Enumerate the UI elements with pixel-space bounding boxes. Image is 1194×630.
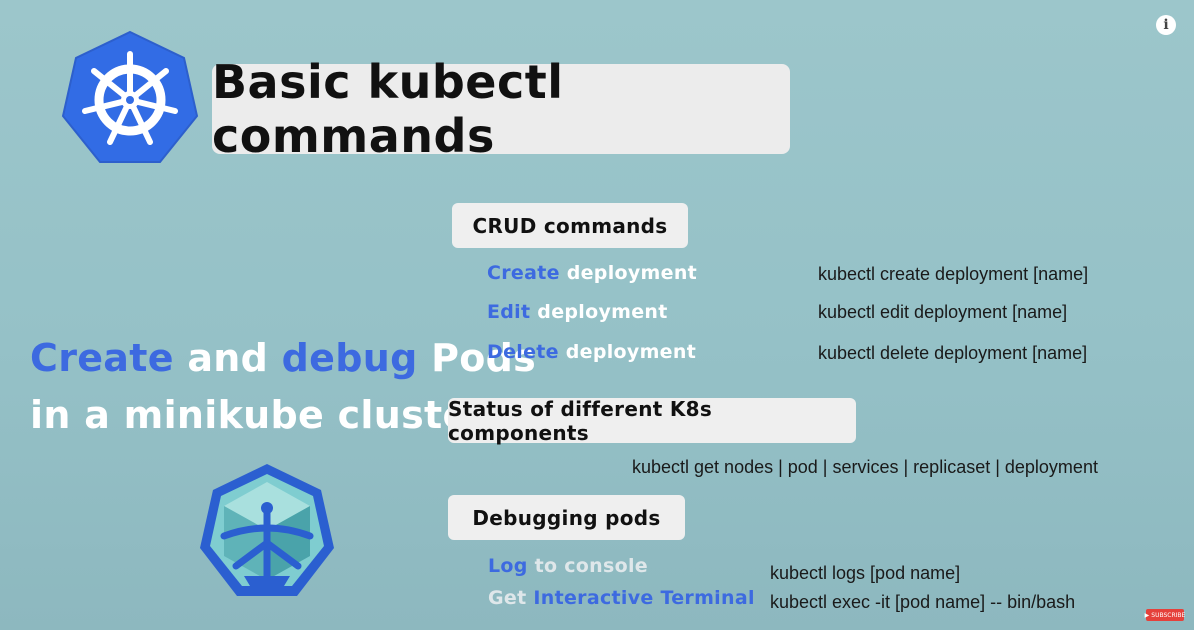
debug-object: Interactive Terminal — [533, 587, 755, 609]
crud-verb: Delete — [487, 341, 559, 363]
crud-commands-label: CRUD commands — [452, 203, 688, 248]
subscribe-label: SUBSCRIBE — [1151, 611, 1186, 619]
info-icon[interactable]: i — [1156, 15, 1176, 35]
debug-command-exec: kubectl exec -it [pod name] -- bin/bash — [770, 592, 1076, 612]
kubernetes-logo-icon — [61, 30, 199, 163]
crud-command-delete: kubectl delete deployment [name] — [818, 343, 1088, 363]
crud-row-create: Create deployment — [487, 262, 697, 284]
side-word-create: Create — [30, 336, 174, 380]
status-command: kubectl get nodes | pod | services | rep… — [632, 457, 1098, 477]
crud-object: deployment — [565, 341, 697, 363]
debug-object: to console — [534, 555, 648, 577]
youtube-play-icon: ▶ — [1144, 611, 1150, 619]
debug-verb: Log — [488, 555, 528, 577]
title-box: Basic kubectl commands — [212, 55, 790, 163]
crud-object: deployment — [566, 262, 698, 284]
side-word-debug: debug — [281, 336, 418, 380]
crud-row-edit: Edit deployment — [487, 301, 668, 323]
crud-object: deployment — [537, 301, 668, 323]
debug-row-log: Log to console — [488, 555, 648, 577]
subscribe-button[interactable]: ▶ SUBSCRIBE — [1144, 609, 1186, 621]
debug-row-terminal: Get Interactive Terminal — [488, 587, 755, 609]
debugging-pods-label: Debugging pods — [448, 495, 685, 540]
side-heading-line-2: in a minikube cluster — [30, 393, 488, 437]
minikube-logo-icon — [200, 464, 334, 596]
crud-command-edit: kubectl edit deployment [name] — [818, 302, 1068, 322]
status-components-label: Status of different K8s components — [448, 397, 856, 445]
crud-verb: Edit — [487, 301, 531, 323]
debug-verb: Get — [488, 587, 527, 609]
crud-row-delete: Delete deployment — [487, 341, 696, 363]
side-heading-line-1: Create and debug Pods — [30, 336, 536, 380]
crud-command-create: kubectl create deployment [name] — [818, 264, 1089, 284]
debug-command-logs: kubectl logs [pod name] — [770, 563, 961, 583]
page-title: Basic kubectl commands — [212, 55, 564, 163]
side-word-and: and — [187, 336, 269, 380]
crud-verb: Create — [487, 262, 560, 284]
info-glyph: i — [1163, 17, 1169, 33]
